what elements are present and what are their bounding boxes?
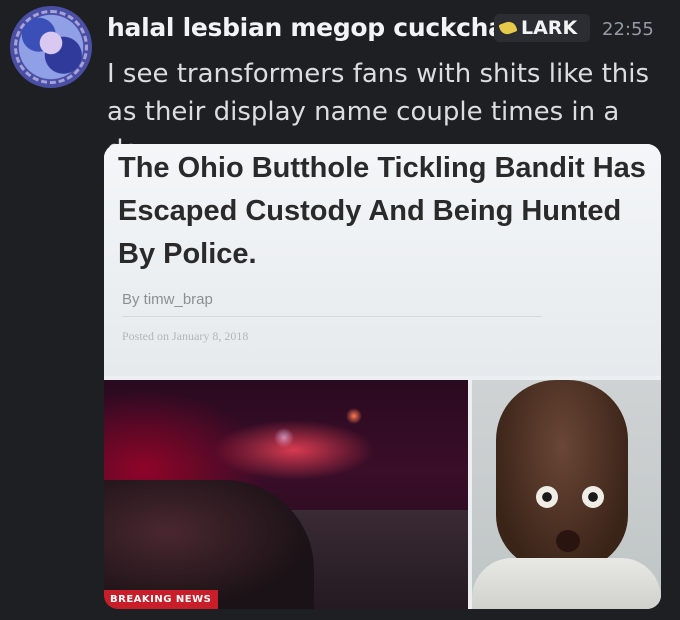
- left-eye: [536, 486, 558, 508]
- avatar-frame: [14, 10, 88, 84]
- image-attachment[interactable]: The Ohio Butthole Tickling Bandit Has Es…: [104, 144, 661, 609]
- avatar[interactable]: [10, 6, 92, 88]
- police-scene-photo: BREAKING NEWS: [104, 380, 468, 609]
- guild-tag[interactable]: LARK: [494, 14, 590, 42]
- lark-icon: [498, 19, 518, 37]
- guild-tag-label: LARK: [521, 17, 578, 39]
- article-header: The Ohio Butthole Tickling Bandit Has Es…: [104, 144, 661, 376]
- mugshot-photo: [472, 380, 661, 609]
- article-date: Posted on January 8, 2018: [122, 329, 249, 343]
- right-eye: [582, 486, 604, 508]
- author-name[interactable]: halal lesbian megop cuckchair: [107, 13, 525, 42]
- breaking-news-ticker: BREAKING NEWS: [104, 590, 218, 609]
- article-byline: By timw_brap: [122, 291, 213, 308]
- mouth: [556, 530, 580, 552]
- timestamp[interactable]: 22:55: [602, 19, 654, 40]
- article-headline: The Ohio Butthole Tickling Bandit Has Es…: [118, 152, 646, 270]
- divider: [122, 316, 542, 317]
- shirt: [472, 558, 661, 609]
